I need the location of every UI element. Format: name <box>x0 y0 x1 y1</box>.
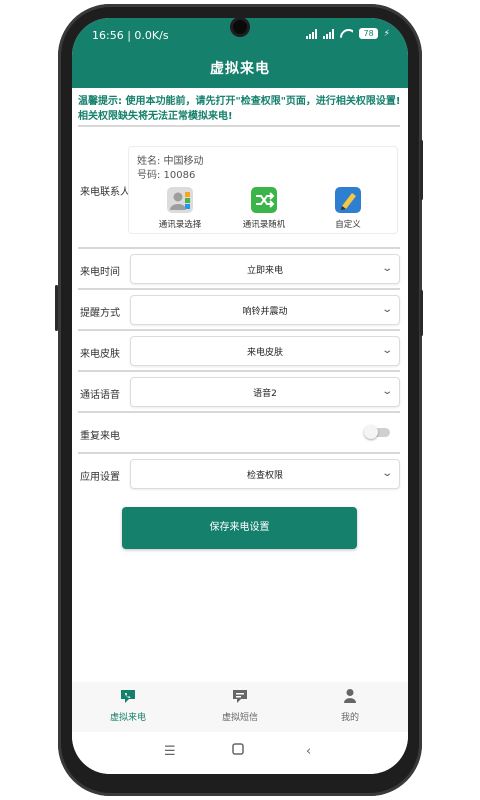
tab-label: 虚拟来电 <box>109 713 146 723</box>
chevron-down-icon: ⌄ <box>380 386 393 397</box>
select-value: 检查权限 <box>246 471 283 481</box>
repeat-call-toggle[interactable] <box>364 425 390 439</box>
status-bar: 16:56 | 0.0K/s 78 ⚡ <box>72 18 408 52</box>
chevron-down-icon: ⌄ <box>380 468 393 479</box>
divider <box>78 247 400 249</box>
call-voice-label: 通话语音 <box>80 390 120 401</box>
page-title: 虚拟来电 <box>210 61 270 77</box>
save-settings-button[interactable]: 保存来电设置 <box>122 507 357 549</box>
contact-name: 姓名: 中国移动 <box>137 156 204 167</box>
select-value: 立即来电 <box>246 266 283 276</box>
call-time-select[interactable]: 立即来电 ⌄ <box>130 254 400 284</box>
phone-chat-icon <box>120 688 136 703</box>
select-value: 语音2 <box>253 389 277 399</box>
bottom-tab-bar: 虚拟来电 虚拟短信 我的 <box>72 682 408 732</box>
divider <box>78 452 400 454</box>
tab-mine[interactable]: 我的 <box>310 688 390 723</box>
contact-card: 姓名: 中国移动 号码: 10086 通讯录选择 通讯录随机 自定义 <box>128 146 398 234</box>
contacts-book-icon <box>167 187 193 213</box>
call-voice-select[interactable]: 语音2 ⌄ <box>130 377 400 407</box>
home-icon[interactable] <box>232 743 244 759</box>
divider <box>78 125 400 127</box>
app-settings-label: 应用设置 <box>80 472 120 483</box>
divider <box>78 329 400 331</box>
select-value: 来电皮肤 <box>246 348 283 358</box>
divider <box>78 370 400 372</box>
option-label: 自定义 <box>335 220 361 230</box>
back-icon[interactable]: ‹ <box>306 744 311 759</box>
warning-notice: 温馨提示: 使用本功能前，请先打开"检查权限"页面，进行相关权限设置! 相关权限… <box>78 96 401 122</box>
option-label: 通讯录选择 <box>158 220 202 230</box>
repeat-call-label: 重复来电 <box>80 431 120 442</box>
custom-option[interactable]: 自定义 <box>313 187 383 230</box>
divider <box>78 411 400 413</box>
menu-icon[interactable]: ☰ <box>164 744 176 759</box>
phone-screen: 16:56 | 0.0K/s 78 ⚡ 虚拟来电 温馨提示: 使用本功能前，请先… <box>72 18 408 774</box>
toggle-knob <box>364 425 378 439</box>
message-icon <box>232 688 248 703</box>
battery-icon: 78 <box>359 28 378 39</box>
app-settings-select[interactable]: 检查权限 ⌄ <box>130 459 400 489</box>
chevron-down-icon: ⌄ <box>380 263 393 274</box>
chevron-down-icon: ⌄ <box>380 345 393 356</box>
shuffle-icon <box>251 187 277 213</box>
system-nav-bar: ☰ ‹ <box>72 732 408 774</box>
signal-icon <box>306 28 318 39</box>
select-value: 响铃并震动 <box>242 307 288 317</box>
person-icon <box>342 688 358 703</box>
app-header: 16:56 | 0.0K/s 78 ⚡ 虚拟来电 <box>72 18 408 88</box>
phone-side-button <box>420 140 423 200</box>
status-icons: 78 ⚡ <box>306 28 390 39</box>
contacts-random-option[interactable]: 通讯录随机 <box>229 187 299 230</box>
tab-label: 我的 <box>340 713 359 723</box>
alert-mode-label: 提醒方式 <box>80 308 120 319</box>
call-time-label: 来电时间 <box>80 267 120 278</box>
option-label: 通讯录随机 <box>242 220 286 230</box>
call-skin-label: 来电皮肤 <box>80 349 120 360</box>
front-camera <box>233 20 247 34</box>
alert-mode-select[interactable]: 响铃并震动 ⌄ <box>130 295 400 325</box>
contact-number: 号码: 10086 <box>137 170 196 181</box>
signal-icon <box>323 28 335 39</box>
status-time: 16:56 | 0.0K/s <box>92 29 169 42</box>
contact-label: 来电联系人 <box>80 187 130 198</box>
charging-icon: ⚡ <box>383 28 390 39</box>
phone-side-button <box>55 285 58 331</box>
tab-virtual-sms[interactable]: 虚拟短信 <box>200 688 280 723</box>
call-skin-select[interactable]: 来电皮肤 ⌄ <box>130 336 400 366</box>
edit-pen-icon <box>335 187 361 213</box>
divider <box>78 288 400 290</box>
phone-side-button <box>420 290 423 336</box>
tab-virtual-call[interactable]: 虚拟来电 <box>88 688 168 723</box>
chevron-down-icon: ⌄ <box>380 304 393 315</box>
tab-label: 虚拟短信 <box>221 713 258 723</box>
wifi-icon <box>340 29 353 39</box>
contacts-select-option[interactable]: 通讯录选择 <box>145 187 215 230</box>
